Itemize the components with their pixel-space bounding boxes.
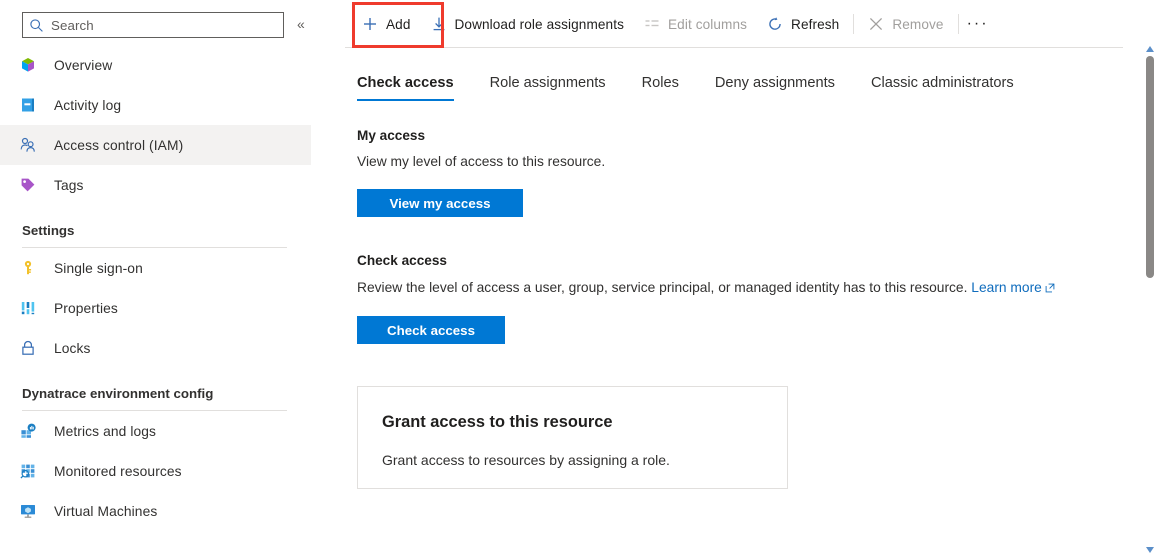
monitored-resources-icon bbox=[19, 462, 37, 480]
metrics-and-logs-icon bbox=[19, 422, 37, 440]
grant-access-card-title: Grant access to this resource bbox=[382, 413, 613, 431]
tab-label: Deny assignments bbox=[714, 75, 835, 91]
my-access-description: View my level of access to this resource… bbox=[357, 154, 606, 169]
edit-columns-label: Edit columns bbox=[668, 16, 748, 32]
tab-deny-assignments[interactable]: Deny assignments bbox=[715, 74, 835, 101]
key-icon bbox=[19, 259, 37, 277]
sidebar-nav-scroll-area: Overview Activity log Access control (IA… bbox=[0, 45, 311, 559]
toolbar-divider bbox=[957, 14, 959, 34]
sidebar-group-title: Settings bbox=[22, 223, 75, 238]
sidebar-item-activity-log[interactable]: Activity log bbox=[0, 85, 311, 125]
resource-menu-sidebar: Search « Overview Activity log Access co… bbox=[0, 0, 311, 559]
add-button[interactable]: Add bbox=[352, 6, 421, 42]
sidebar-item-metrics-and-logs[interactable]: Metrics and logs bbox=[0, 411, 311, 451]
check-access-button[interactable]: Check access bbox=[357, 316, 505, 344]
grant-access-card[interactable]: Grant access to this resource Grant acce… bbox=[357, 386, 788, 489]
check-access-description: Review the level of access a user, group… bbox=[357, 280, 968, 295]
search-input[interactable]: Search bbox=[22, 12, 284, 38]
tab-classic-administrators[interactable]: Classic administrators bbox=[871, 74, 1014, 101]
search-icon bbox=[30, 18, 43, 32]
access-control-people-icon bbox=[19, 136, 37, 154]
access-control-tabs: Check access Role assignments Roles Deny… bbox=[357, 74, 1050, 101]
overview-cube-icon bbox=[19, 56, 37, 74]
check-access-section: Check access Review the level of access … bbox=[357, 253, 1132, 344]
learn-more-link[interactable]: Learn more bbox=[971, 280, 1055, 295]
sidebar-item-label: Overview bbox=[54, 57, 113, 73]
content-scrollbar[interactable] bbox=[1142, 40, 1158, 559]
download-role-assignments-label: Download role assignments bbox=[454, 16, 624, 32]
sidebar-search-row: Search « bbox=[0, 0, 311, 45]
sidebar-item-label: Properties bbox=[54, 300, 118, 316]
sidebar-item-single-sign-on[interactable]: Single sign-on bbox=[0, 248, 311, 288]
external-link-icon bbox=[1045, 283, 1055, 293]
check-access-title: Check access bbox=[357, 253, 447, 268]
scroll-up-arrow-icon[interactable] bbox=[1145, 44, 1155, 54]
tab-role-assignments[interactable]: Role assignments bbox=[490, 74, 606, 101]
download-role-assignments-button[interactable]: Download role assignments bbox=[421, 6, 635, 42]
close-x-icon bbox=[870, 17, 883, 31]
lock-icon bbox=[19, 339, 37, 357]
properties-bars-icon bbox=[19, 299, 37, 317]
sidebar-item-label: Activity log bbox=[54, 97, 122, 113]
activity-log-icon bbox=[19, 96, 37, 114]
toolbar-divider bbox=[853, 14, 855, 34]
sidebar-group-settings: Settings bbox=[0, 223, 311, 248]
check-access-description-wrapper: Review the level of access a user, group… bbox=[357, 277, 1117, 298]
learn-more-text: Learn more bbox=[971, 280, 1042, 295]
tab-roles[interactable]: Roles bbox=[642, 74, 679, 101]
search-placeholder-text: Search bbox=[51, 17, 94, 33]
sidebar-item-label: Locks bbox=[54, 340, 91, 356]
my-access-title: My access bbox=[357, 128, 426, 143]
content-scrollbar-thumb[interactable] bbox=[1146, 56, 1154, 278]
refresh-icon bbox=[769, 17, 781, 30]
sidebar-item-label: Virtual Machines bbox=[54, 503, 158, 519]
refresh-button[interactable]: Refresh bbox=[757, 6, 849, 42]
tab-label: Roles bbox=[641, 75, 679, 91]
command-toolbar: Add Download role assignments Edit colum… bbox=[331, 0, 1131, 48]
sidebar-item-access-control-iam[interactable]: Access control (IAM) bbox=[0, 125, 311, 165]
sidebar-item-tags[interactable]: Tags bbox=[0, 165, 311, 205]
sidebar-item-monitored-resources[interactable]: Monitored resources bbox=[0, 451, 311, 491]
tab-check-access[interactable]: Check access bbox=[357, 74, 454, 101]
sidebar-item-label: Access control (IAM) bbox=[54, 137, 184, 153]
tab-label: Classic administrators bbox=[870, 75, 1014, 91]
sidebar-item-label: Metrics and logs bbox=[54, 423, 157, 439]
remove-label: Remove bbox=[892, 16, 944, 32]
sidebar-group-dynatrace-environment-config: Dynatrace environment config bbox=[0, 386, 311, 411]
sidebar-item-overview[interactable]: Overview bbox=[0, 45, 311, 85]
sidebar-item-label: Tags bbox=[54, 177, 84, 193]
sidebar-item-locks[interactable]: Locks bbox=[0, 328, 311, 368]
azure-portal-access-control-page: Search « Overview Activity log Access co… bbox=[0, 0, 1158, 559]
sidebar-item-virtual-machines[interactable]: Virtual Machines bbox=[0, 491, 311, 531]
edit-columns-icon bbox=[645, 20, 659, 27]
add-button-label: Add bbox=[386, 16, 411, 32]
tag-icon bbox=[19, 176, 37, 194]
my-access-section: My access View my level of access to thi… bbox=[357, 128, 1132, 217]
sidebar-item-label: Monitored resources bbox=[54, 463, 182, 479]
refresh-label: Refresh bbox=[791, 16, 840, 32]
remove-button: Remove bbox=[858, 6, 953, 42]
tab-label: Role assignments bbox=[489, 75, 606, 91]
sidebar-item-label: Single sign-on bbox=[54, 260, 143, 276]
sidebar-group-title: Dynatrace environment config bbox=[22, 386, 214, 401]
edit-columns-button: Edit columns bbox=[634, 6, 757, 42]
plus-icon bbox=[364, 18, 376, 30]
download-icon bbox=[433, 17, 444, 31]
virtual-machine-icon bbox=[19, 502, 37, 520]
view-my-access-button[interactable]: View my access bbox=[357, 189, 523, 217]
chevron-double-left-icon[interactable]: « bbox=[297, 17, 305, 31]
grant-access-card-description: Grant access to resources by assigning a… bbox=[382, 452, 670, 468]
more-commands-button[interactable]: ··· bbox=[963, 6, 993, 42]
check-access-panel: My access View my level of access to thi… bbox=[357, 128, 1132, 489]
tab-label: Check access bbox=[357, 75, 454, 91]
access-control-content-pane: Add Download role assignments Edit colum… bbox=[331, 0, 1158, 559]
sidebar-item-properties[interactable]: Properties bbox=[0, 288, 311, 328]
scroll-down-arrow-icon[interactable] bbox=[1145, 545, 1155, 555]
